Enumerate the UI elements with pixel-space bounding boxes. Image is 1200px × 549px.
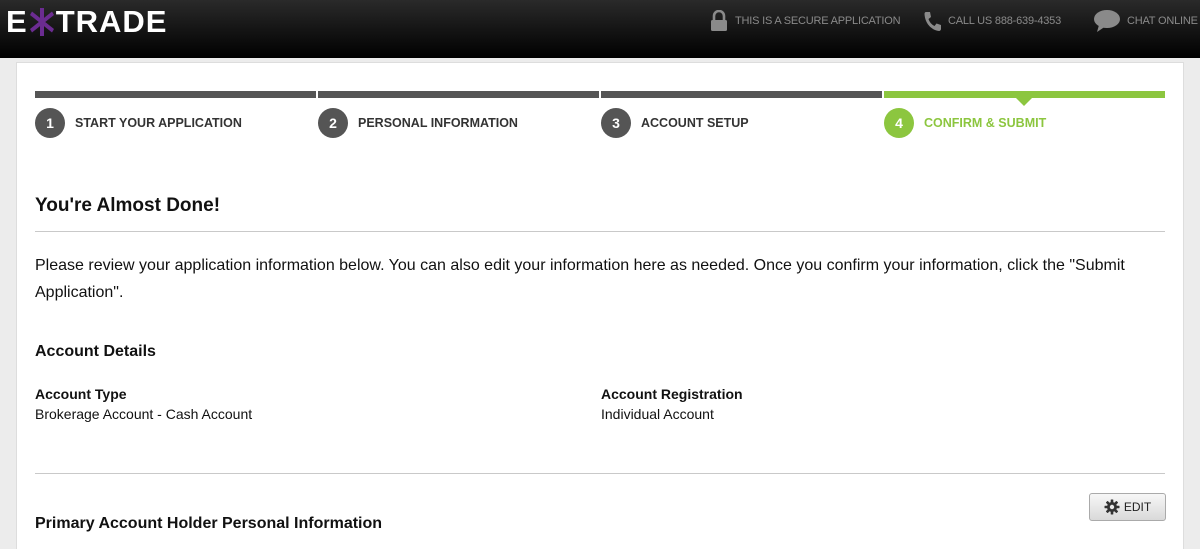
intro-text: Please review your application informati…	[35, 257, 1125, 301]
call-text: CALL US 888-639-4353	[948, 15, 1062, 27]
secure-text: THIS IS A SECURE APPLICATION	[735, 15, 901, 27]
application-panel: 1 START YOUR APPLICATION 2 PERSONAL INFO…	[16, 62, 1184, 549]
account-type-value: Brokerage Account - Cash Account	[35, 406, 253, 422]
step-number: 4	[884, 108, 914, 138]
step-bar	[601, 91, 882, 98]
logo-text-left: E	[6, 4, 28, 39]
account-registration-label: Account Registration	[601, 386, 743, 402]
chat-bubble-icon	[1094, 10, 1120, 32]
active-step-pointer	[1016, 98, 1032, 106]
step-bar	[35, 91, 316, 98]
call-us[interactable]: CALL US 888-639-4353	[922, 8, 1061, 34]
top-header: E TRADE THIS IS A SECURE APPLICATION CAL…	[0, 0, 1200, 58]
step-label: START YOUR APPLICATION	[75, 116, 242, 130]
page-title: You're Almost Done!	[35, 195, 221, 216]
account-details-heading: Account Details	[35, 343, 156, 360]
step-label: ACCOUNT SETUP	[641, 116, 749, 130]
secure-application-notice: THIS IS A SECURE APPLICATION	[709, 8, 901, 34]
title-divider	[35, 231, 1165, 232]
step-personal-information: 2 PERSONAL INFORMATION	[318, 91, 601, 141]
step-number: 2	[318, 108, 348, 138]
logo-text-right: TRADE	[55, 4, 168, 39]
account-type-label: Account Type	[35, 386, 127, 402]
step-number: 3	[601, 108, 631, 138]
step-bar	[318, 91, 599, 98]
gear-icon	[1104, 499, 1120, 515]
step-account-setup: 3 ACCOUNT SETUP	[601, 91, 884, 141]
step-label: PERSONAL INFORMATION	[358, 116, 518, 130]
step-start-application: 1 START YOUR APPLICATION	[35, 91, 318, 141]
edit-button[interactable]: EDIT	[1089, 493, 1166, 521]
logo-star-icon	[29, 8, 54, 36]
chat-online[interactable]: CHAT ONLINE	[1093, 8, 1198, 34]
step-confirm-submit: 4 CONFIRM & SUBMIT	[884, 91, 1165, 141]
etrade-logo[interactable]: E TRADE	[6, 4, 168, 39]
primary-holder-heading: Primary Account Holder Personal Informat…	[35, 515, 383, 532]
step-bar-active	[884, 91, 1165, 98]
section-divider	[35, 473, 1165, 474]
step-number: 1	[35, 108, 65, 138]
edit-label: EDIT	[1123, 500, 1152, 514]
lock-icon	[711, 10, 727, 31]
phone-icon	[924, 12, 941, 31]
step-label: CONFIRM & SUBMIT	[924, 116, 1047, 130]
chat-text: CHAT ONLINE	[1127, 15, 1198, 27]
progress-steps: 1 START YOUR APPLICATION 2 PERSONAL INFO…	[35, 91, 1165, 141]
account-registration-value: Individual Account	[601, 406, 714, 422]
